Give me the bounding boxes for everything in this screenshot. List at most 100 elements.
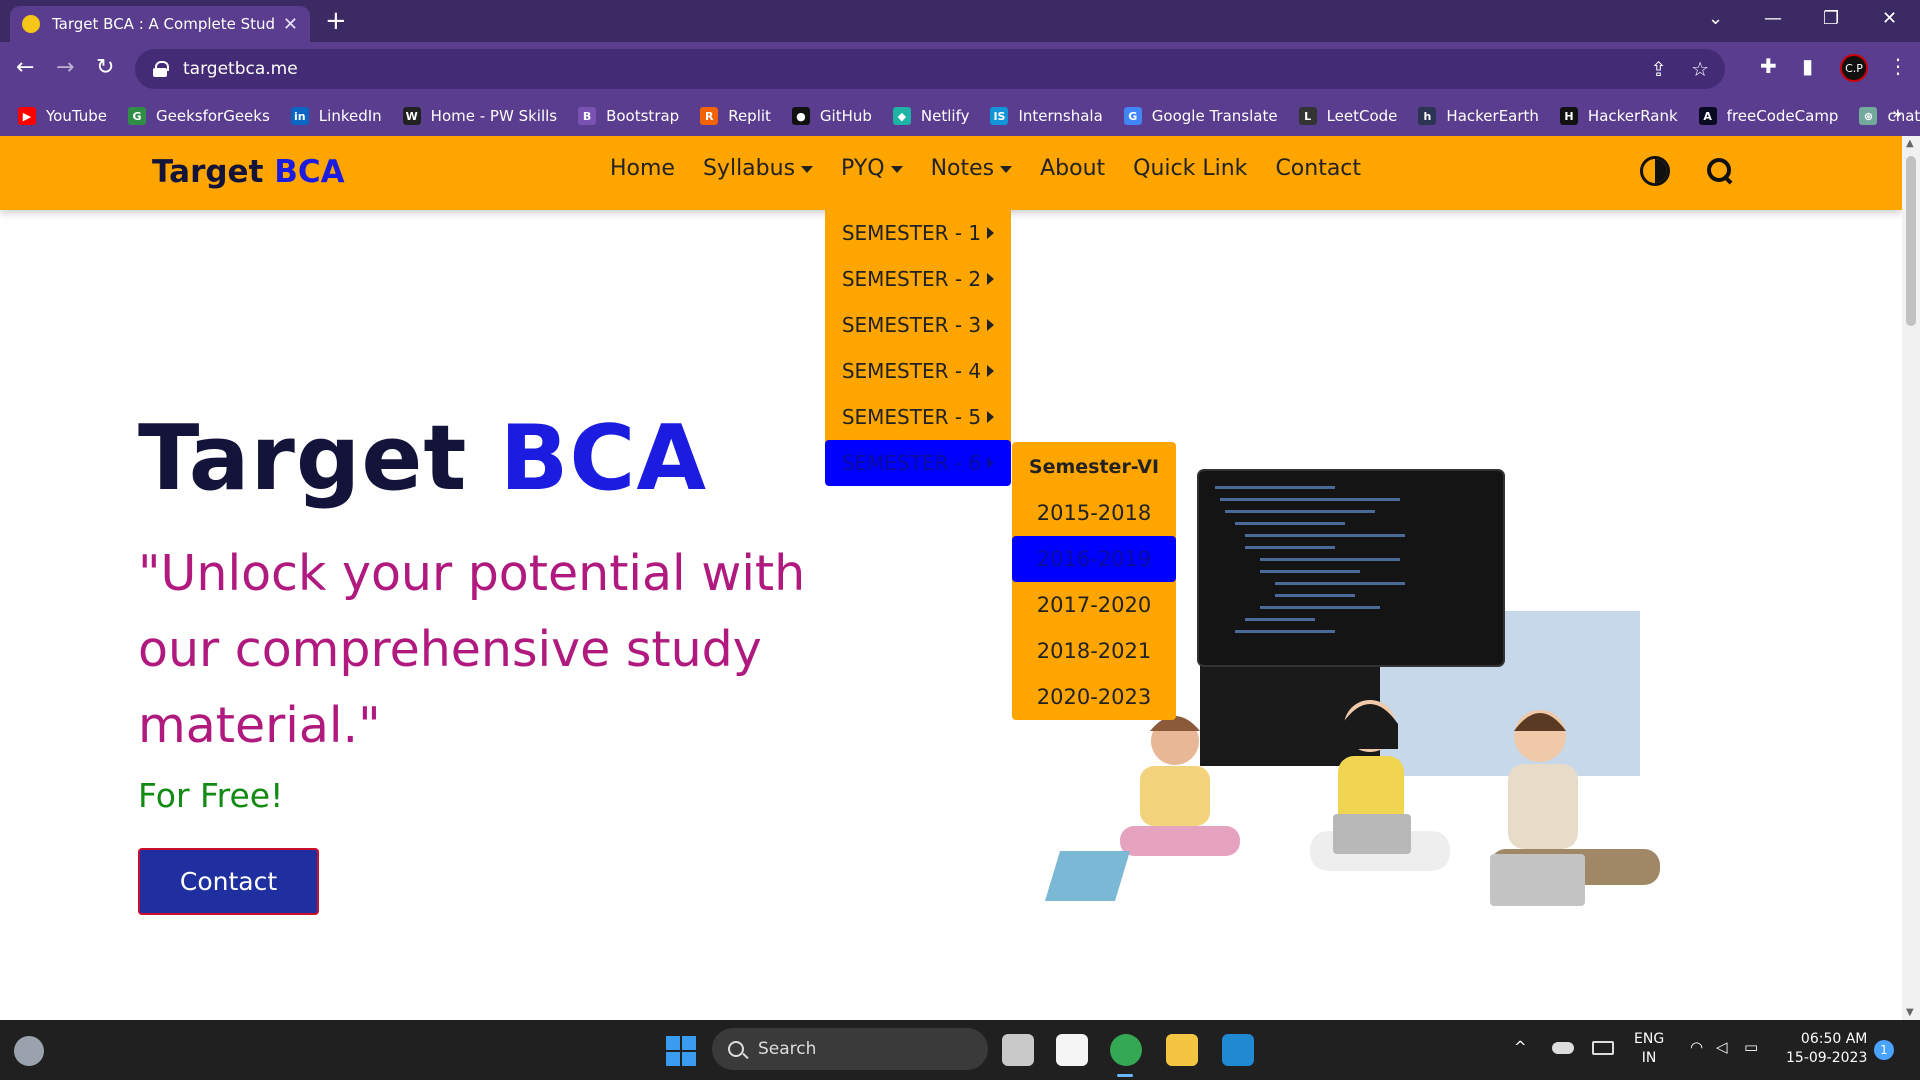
- scroll-up-icon[interactable]: ▲: [1906, 138, 1914, 149]
- bookmark-hackerrank[interactable]: H HackerRank: [1559, 107, 1678, 125]
- bookmark-linkedin[interactable]: in LinkedIn: [290, 107, 382, 125]
- close-window-button[interactable]: ✕: [1882, 6, 1897, 32]
- lock-icon[interactable]: [153, 61, 169, 77]
- tab-search-chevron-icon[interactable]: ⌄: [1708, 6, 1723, 32]
- semester-label[interactable]: SEMESTER - 1: [842, 221, 981, 245]
- bookmark-hackerearth[interactable]: h HackerEarth: [1418, 107, 1539, 125]
- language-code[interactable]: ENG: [1634, 1030, 1664, 1049]
- semester-label[interactable]: SEMESTER - 2: [842, 267, 981, 291]
- nav-notes-label[interactable]: Notes: [931, 156, 995, 181]
- pyq-semester-5[interactable]: SEMESTER - 5: [825, 394, 1011, 440]
- year-link-2018-2021[interactable]: 2018-2021: [1012, 628, 1176, 674]
- address-text[interactable]: targetbca.me: [183, 59, 298, 79]
- system-clock[interactable]: 06:50 AM 15-09-2023: [1786, 1030, 1867, 1068]
- pyq-semester-2[interactable]: SEMESTER - 2: [825, 256, 1011, 302]
- brand-part1[interactable]: Target: [152, 154, 263, 190]
- tab-close-icon[interactable]: ✕: [283, 14, 298, 35]
- restore-button[interactable]: ❐: [1823, 6, 1839, 32]
- replit-icon: R: [700, 107, 719, 125]
- semester-label[interactable]: SEMESTER - 5: [842, 405, 981, 429]
- scrollbar-thumb[interactable]: [1906, 156, 1916, 326]
- theme-toggle-icon[interactable]: [1640, 156, 1670, 186]
- bookmark-internshala[interactable]: IS Internshala: [990, 107, 1103, 125]
- nav-syllabus[interactable]: Syllabus: [703, 156, 814, 181]
- vscode-icon[interactable]: [1222, 1034, 1254, 1066]
- battery-icon[interactable]: ▭: [1744, 1038, 1758, 1056]
- nav-contact[interactable]: Contact: [1275, 156, 1361, 181]
- site-navbar: Target BCA Home Syllabus PYQ Notes About…: [0, 136, 1902, 210]
- browser-menu-icon[interactable]: ⋮: [1888, 54, 1908, 78]
- nav-about[interactable]: About: [1040, 156, 1105, 181]
- profile-avatar[interactable]: C.P: [1840, 54, 1868, 82]
- pyq-semester-4[interactable]: SEMESTER - 4: [825, 348, 1011, 394]
- bookmark-github[interactable]: ● GitHub: [791, 107, 872, 125]
- brand-part2[interactable]: BCA: [274, 154, 344, 190]
- nav-syllabus-label[interactable]: Syllabus: [703, 156, 795, 181]
- bookmark-youtube[interactable]: ▶ YouTube: [18, 107, 107, 125]
- address-bar[interactable]: targetbca.me ⇪ ☆: [135, 49, 1725, 89]
- extensions-icon[interactable]: ✚: [1760, 54, 1777, 78]
- taskbar-search[interactable]: Search: [712, 1028, 988, 1070]
- bookmark-leetcode[interactable]: L LeetCode: [1298, 107, 1397, 125]
- bookmark-google-translate[interactable]: G Google Translate: [1123, 107, 1278, 125]
- pyq-semester-1[interactable]: SEMESTER - 1: [825, 210, 1011, 256]
- back-button[interactable]: ←: [16, 54, 34, 82]
- file-explorer-icon[interactable]: [1166, 1034, 1198, 1066]
- microsoft-store-icon[interactable]: [1056, 1034, 1088, 1066]
- browser-tab[interactable]: Target BCA : A Complete Study P ✕: [10, 6, 310, 42]
- bookmark-bootstrap[interactable]: B Bootstrap: [578, 107, 679, 125]
- keyboard-icon[interactable]: [1592, 1041, 1614, 1055]
- caret-down-icon: [890, 165, 903, 173]
- site-brand[interactable]: Target BCA: [152, 154, 345, 190]
- nav-quick-link[interactable]: Quick Link: [1133, 156, 1247, 181]
- chrome-icon[interactable]: [1110, 1034, 1142, 1066]
- start-button-icon[interactable]: [666, 1036, 696, 1066]
- tray-overflow-icon[interactable]: ^: [1514, 1038, 1527, 1056]
- bookmark-home-pw-skills[interactable]: W Home - PW Skills: [402, 107, 557, 125]
- bookmarks-bar: ▶ YouTube G GeeksforGeeks in LinkedIn W Home - …: [0, 96, 1920, 136]
- bookmarks-overflow-icon[interactable]: »: [1892, 104, 1902, 123]
- volume-icon[interactable]: ◁: [1716, 1038, 1728, 1056]
- clock-date[interactable]: 15-09-2023: [1786, 1049, 1867, 1068]
- minimize-button[interactable]: —: [1764, 6, 1782, 32]
- region-code[interactable]: IN: [1634, 1049, 1664, 1068]
- side-panel-icon[interactable]: ▮: [1802, 54, 1813, 78]
- forward-button[interactable]: →: [56, 54, 74, 82]
- hackerrank-icon: H: [1559, 107, 1578, 125]
- reload-button[interactable]: ↻: [96, 54, 114, 82]
- bookmark-replit[interactable]: R Replit: [700, 107, 771, 125]
- nav-pyq[interactable]: PYQ: [841, 156, 903, 181]
- wifi-icon[interactable]: ◠: [1690, 1038, 1703, 1056]
- page-viewport: Target BCA Home Syllabus PYQ Notes About…: [0, 136, 1902, 1020]
- pyq-semester-3[interactable]: SEMESTER - 3: [825, 302, 1011, 348]
- clock-time[interactable]: 06:50 AM: [1786, 1030, 1867, 1049]
- onedrive-icon[interactable]: [1552, 1042, 1574, 1054]
- nav-home[interactable]: Home: [610, 156, 675, 181]
- semester-label[interactable]: SEMESTER - 6: [842, 451, 981, 475]
- page-scrollbar[interactable]: ▲ ▼: [1902, 136, 1920, 1020]
- pyq-semester-6[interactable]: SEMESTER - 6: [825, 440, 1011, 486]
- hero-contact-button[interactable]: Contact: [138, 848, 319, 915]
- bookmark-netlify[interactable]: ◆ Netlify: [892, 107, 969, 125]
- nav-notes[interactable]: Notes: [931, 156, 1013, 181]
- scroll-down-icon[interactable]: ▼: [1906, 1007, 1914, 1018]
- year-link-2017-2020[interactable]: 2017-2020: [1012, 582, 1176, 628]
- search-icon: [728, 1041, 744, 1057]
- language-indicator[interactable]: ENG IN: [1634, 1030, 1664, 1068]
- bookmark-geeksforgeeks[interactable]: G GeeksforGeeks: [128, 107, 270, 125]
- bookmark-chat-gpt[interactable]: ⊛chat gpt: [1859, 107, 1920, 125]
- semester-label[interactable]: SEMESTER - 4: [842, 359, 981, 383]
- share-icon[interactable]: ⇪: [1650, 57, 1667, 81]
- bookmark-freecodecamp[interactable]: AfreeCodeCamp: [1698, 107, 1838, 125]
- task-view-icon[interactable]: [1002, 1034, 1034, 1066]
- year-link-2015-2018[interactable]: 2015-2018: [1012, 490, 1176, 536]
- year-link-2016-2019[interactable]: 2016-2019: [1012, 536, 1176, 582]
- search-icon[interactable]: [1705, 156, 1735, 186]
- new-tab-button[interactable]: +: [325, 6, 347, 36]
- semester-label[interactable]: SEMESTER - 3: [842, 313, 981, 337]
- nav-pyq-label[interactable]: PYQ: [841, 156, 885, 181]
- notification-badge[interactable]: 1: [1874, 1040, 1894, 1060]
- weather-widget-icon[interactable]: [14, 1036, 44, 1066]
- bookmark-star-icon[interactable]: ☆: [1691, 57, 1709, 81]
- year-link-2020-2023[interactable]: 2020-2023: [1012, 674, 1176, 720]
